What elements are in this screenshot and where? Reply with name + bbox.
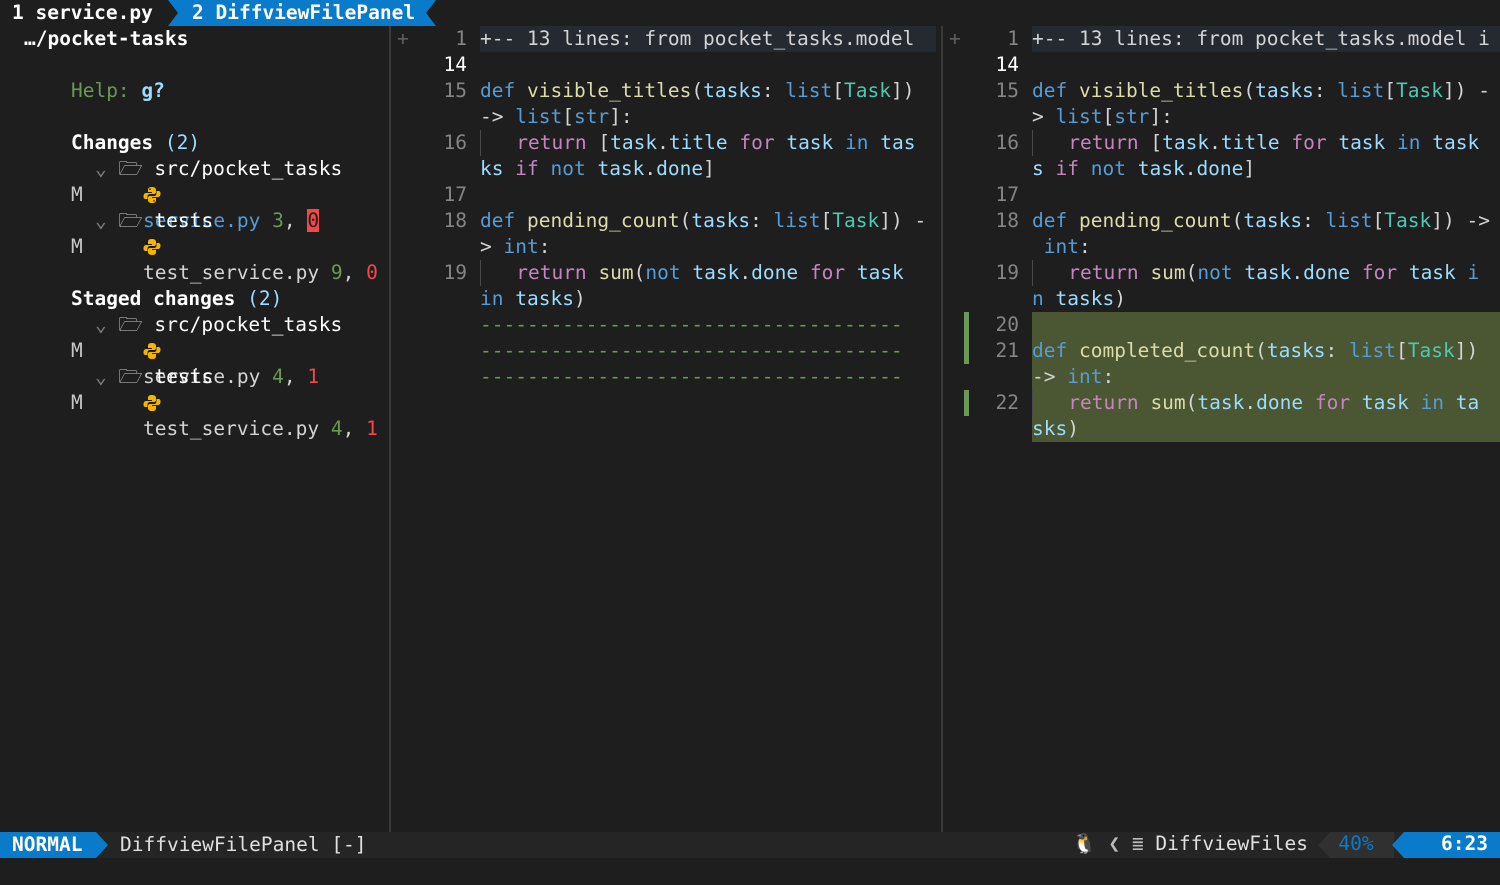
line-number: 17 [443, 183, 467, 206]
file-entry[interactable]: test_service.py 9, 0 [96, 208, 378, 284]
python-file-icon [143, 395, 161, 411]
line-number: 15 [995, 79, 1019, 102]
code-line: return sum(not task.done for task [480, 260, 904, 286]
scroll-percent: 40% [1318, 832, 1394, 858]
folder-row[interactable]: ⌄ 🗁 tests [48, 338, 213, 388]
diff-pane-left[interactable]: + 1 14 15 16 17 18 19 +-- 13 lines: from… [391, 26, 941, 832]
removed-count: 0 [366, 261, 378, 284]
code-line-added: return sum(task.done for task in ta [1032, 390, 1500, 416]
code-line: def pending_count(tasks: list[Task]) -> [1032, 209, 1490, 232]
diff-filler-line: ------------------------------------ [480, 339, 903, 362]
list-icon: ≣ [1131, 832, 1144, 855]
code-line: return sum(not task.done for task i [1032, 260, 1500, 286]
separator-chevron-icon: ❮ [1108, 832, 1121, 855]
folder-row[interactable]: ⌄ 🗁 tests [48, 182, 213, 232]
line-number: 18 [443, 209, 467, 232]
changes-section-header[interactable]: Changes (2) [24, 104, 200, 154]
line-number: 15 [443, 79, 467, 102]
code-line: return [task.title for task in task [1032, 130, 1500, 156]
file-row[interactable]: M [24, 312, 83, 362]
file-status: M [70, 391, 83, 414]
file-status: M [70, 235, 83, 258]
repo-root-path: …/pocket-tasks [24, 27, 189, 50]
statusline-filename: DiffviewFilePanel [-] [120, 833, 367, 856]
tab-diffview-file-panel[interactable]: 2 DiffviewFilePanel [168, 0, 436, 26]
tab-service-py[interactable]: 1 service.py [0, 0, 168, 26]
help-key: g? [141, 79, 165, 102]
filetype-label: DiffviewFiles [1155, 832, 1308, 855]
fold-marker-icon: + [397, 27, 409, 50]
code-line: n tasks) [1032, 287, 1126, 310]
added-count: 4 [330, 417, 343, 440]
statusline: NORMAL DiffviewFilePanel [-] 🐧 ❮ ≣ Diffv… [0, 832, 1500, 858]
code-line: -> list[str]: [480, 105, 633, 128]
statusline-filetype: 🐧 ❮ ≣ DiffviewFiles [1072, 832, 1308, 855]
linux-icon: 🐧 [1072, 832, 1097, 855]
python-file-icon [143, 239, 161, 255]
line-number: 18 [995, 209, 1019, 232]
diffview-file-panel[interactable]: …/pocket-tasks Help: g? Changes (2) ⌄ 🗁 … [0, 26, 389, 832]
diff-filler-line: ------------------------------------ [480, 313, 903, 336]
code-line: def visible_titles(tasks: list[Task]) [480, 79, 915, 102]
code-line: def pending_count(tasks: list[Task]) - [480, 209, 927, 232]
tabline: 1 service.py 2 DiffviewFilePanel [0, 0, 1500, 26]
diff-filler-line: ------------------------------------ [480, 365, 903, 388]
code-line: > int: [480, 235, 551, 258]
line-number: 22 [995, 391, 1019, 414]
git-sign-added [964, 312, 969, 364]
line-number: 16 [995, 131, 1019, 154]
git-sign-added [964, 390, 969, 416]
fold-marker-icon: + [949, 27, 961, 50]
command-line[interactable] [0, 858, 1500, 885]
code-line: def visible_titles(tasks: list[Task]) - [1032, 79, 1490, 102]
fold-line[interactable]: +-- 13 lines: from pocket_tasks.model [480, 26, 936, 52]
line-number: 20 [995, 313, 1019, 336]
file-row-selected[interactable]: M [24, 156, 83, 206]
fold-line[interactable]: +-- 13 lines: from pocket_tasks.model i [1032, 26, 1500, 52]
code-line-added: -> int: [1032, 365, 1115, 388]
code-line: > list[str]: [1032, 105, 1173, 128]
code-line: return [task.title for task in tas [480, 130, 916, 156]
line-number: 1 [455, 27, 467, 50]
code-line: ks if not task.done] [480, 157, 715, 180]
help-label: Help: [70, 79, 130, 102]
staged-section-header[interactable]: Staged changes (2) [24, 260, 282, 310]
line-number: 14 [443, 53, 467, 76]
line-number: 21 [995, 339, 1019, 362]
cursor-position: 6:23 [1392, 832, 1500, 858]
file-entry[interactable]: service.py 3, 0 [96, 156, 320, 232]
added-count: 9 [330, 261, 343, 284]
file-row[interactable]: M [24, 364, 83, 414]
removed-count: 1 [366, 417, 378, 440]
code-line: in tasks) [480, 287, 586, 310]
file-name: test_service.py [142, 417, 320, 440]
code-line: int: [1043, 235, 1091, 258]
line-number: 14 [995, 53, 1019, 76]
file-entry[interactable]: test_service.py 4, 1 [96, 364, 378, 440]
file-row[interactable]: M [24, 208, 83, 258]
code-line: s if not task.done] [1032, 157, 1256, 180]
help-hint: Help: g? [24, 52, 165, 102]
line-number: 19 [995, 261, 1019, 284]
mode-indicator: NORMAL [0, 832, 108, 858]
file-entry[interactable]: service.py 4, 1 [96, 312, 319, 388]
line-number: 16 [443, 131, 467, 154]
line-number: 17 [995, 183, 1019, 206]
line-number: 19 [443, 261, 467, 284]
diff-pane-right[interactable]: + 1 14 15 16 17 18 19 20 21 22 +-- 13 li… [943, 26, 1500, 832]
folder-row[interactable]: ⌄ 🗁 src/pocket_tasks [48, 286, 342, 336]
code-line-added: def completed_count(tasks: list[Task]) [1032, 339, 1479, 362]
folder-row[interactable]: ⌄ 🗁 src/pocket_tasks [48, 130, 342, 180]
line-number: 1 [1007, 27, 1019, 50]
code-line-added: sks) [1032, 417, 1079, 440]
